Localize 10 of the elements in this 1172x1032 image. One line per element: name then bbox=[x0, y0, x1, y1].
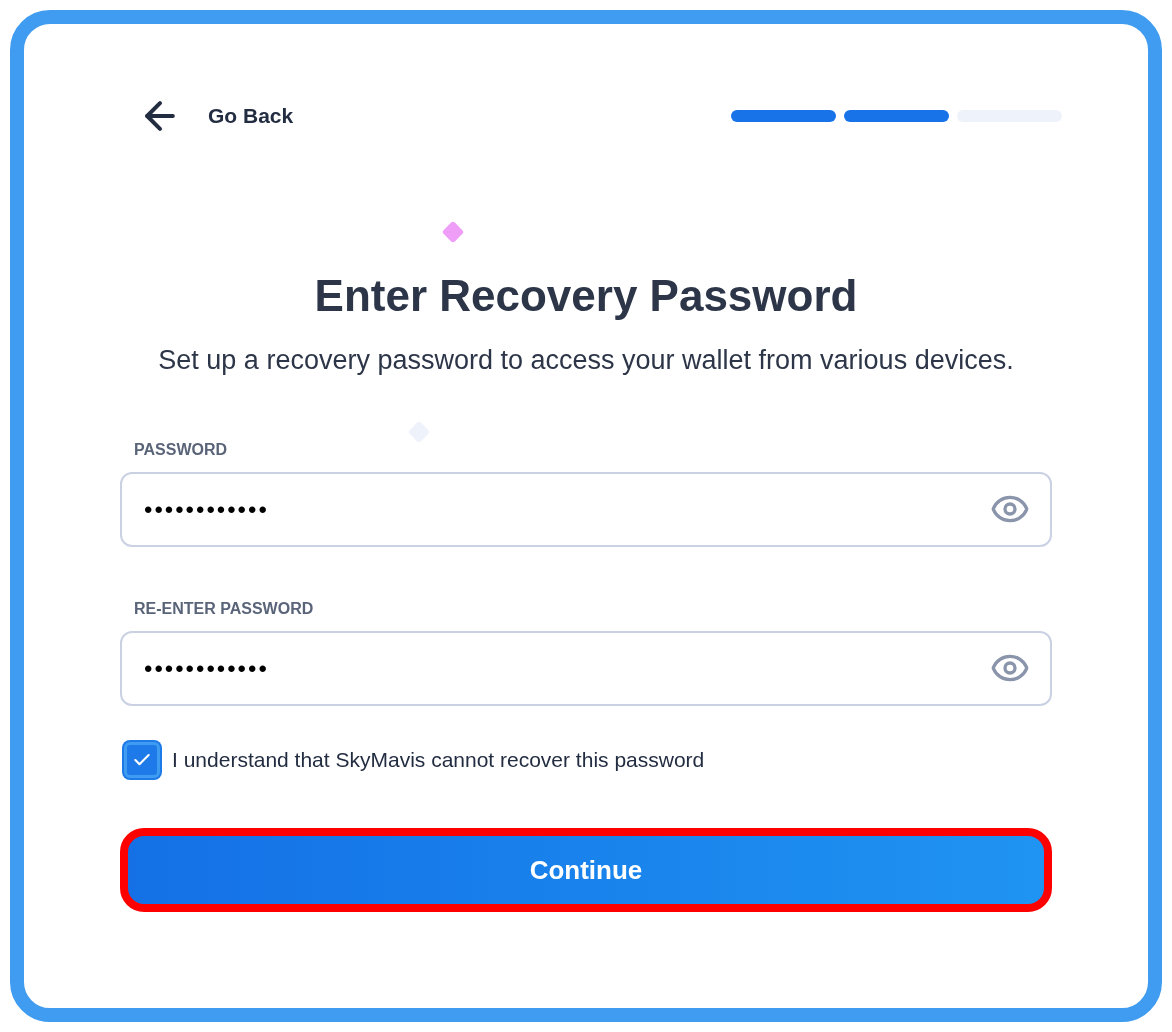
field-label: RE-ENTER PASSWORD bbox=[133, 599, 315, 619]
password-field[interactable]: •••••••••••• bbox=[120, 472, 1052, 547]
consent-checkbox[interactable] bbox=[124, 742, 160, 778]
field-label: PASSWORD bbox=[133, 440, 229, 460]
page-title: Enter Recovery Password bbox=[313, 270, 859, 322]
continue-button[interactable]: Continue bbox=[120, 828, 1052, 912]
consent-label: I understand that SkyMavis cannot recover this password bbox=[172, 747, 705, 774]
password-field[interactable]: •••••••••••• bbox=[120, 631, 1052, 706]
go-back-link[interactable]: Go Back bbox=[120, 94, 294, 138]
page-subtitle: Set up a recovery password to access your wallet from various devices. bbox=[157, 344, 1015, 377]
